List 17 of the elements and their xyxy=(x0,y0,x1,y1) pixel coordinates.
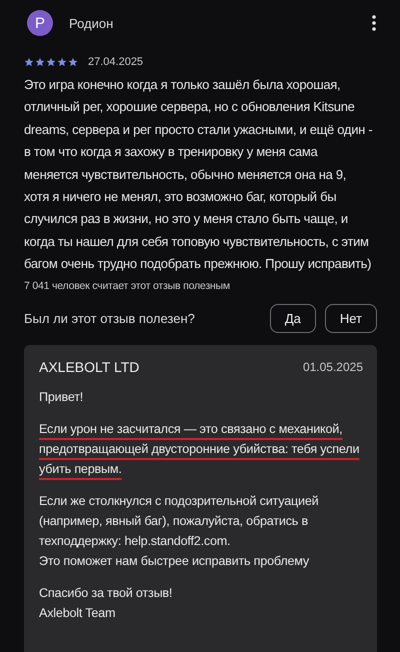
review-date: 27.04.2025 xyxy=(88,56,144,68)
developer-name: AXLEBOLT LTD xyxy=(39,358,140,375)
helpful-count: 7 041 человек считает этот отзыв полезным xyxy=(24,280,231,292)
more-options-icon[interactable] xyxy=(371,15,377,31)
user-avatar: P xyxy=(27,10,53,36)
reply-text: Если же столкнулся с подозрительной ситуацией (например, явный баг), пожалуйста, обратись в техподдержку: help.standoff2.com. xyxy=(39,492,320,550)
reply-date: 01.05.2025 xyxy=(302,360,363,374)
reply-text: Если урон не засчитался — это связано с механикой, предотвращающей двусторонние убийства: тебя успели убить первым. xyxy=(39,420,360,478)
reply-text: Спасибо за твой отзыв! xyxy=(39,584,174,602)
helpful-question: Был ли этот отзыв полезен? xyxy=(24,310,196,326)
vote-button[interactable]: Нет xyxy=(324,304,377,333)
reply-text: Привет! xyxy=(39,388,84,406)
author-name: Родион xyxy=(69,16,114,30)
reply-text: Axlebolt Team xyxy=(39,604,116,622)
vote-button[interactable]: Да xyxy=(270,304,316,333)
reply-text: Это поможет нам быстрее исправить проблему xyxy=(39,552,310,570)
review-text: Это игра конечно когда я только зашёл была хорошая, отличный рег, хорошие сервера, но с обновления Kitsune dreams, сервера и рег просто стали ужасными, и ещё один - в том что когда я захожу в тренировку у меня сама меняется чувствительность, обычно меняется она на 9, хотя я ничего не менял, это возможно баг, который бы случился раз в жизни, но это у меня стало быть чаще, и когда ты нашел для себя топовую чувствительность, с этим багом очень трудно подобрать прежнюю. Прошу исправить) xyxy=(24,76,374,274)
